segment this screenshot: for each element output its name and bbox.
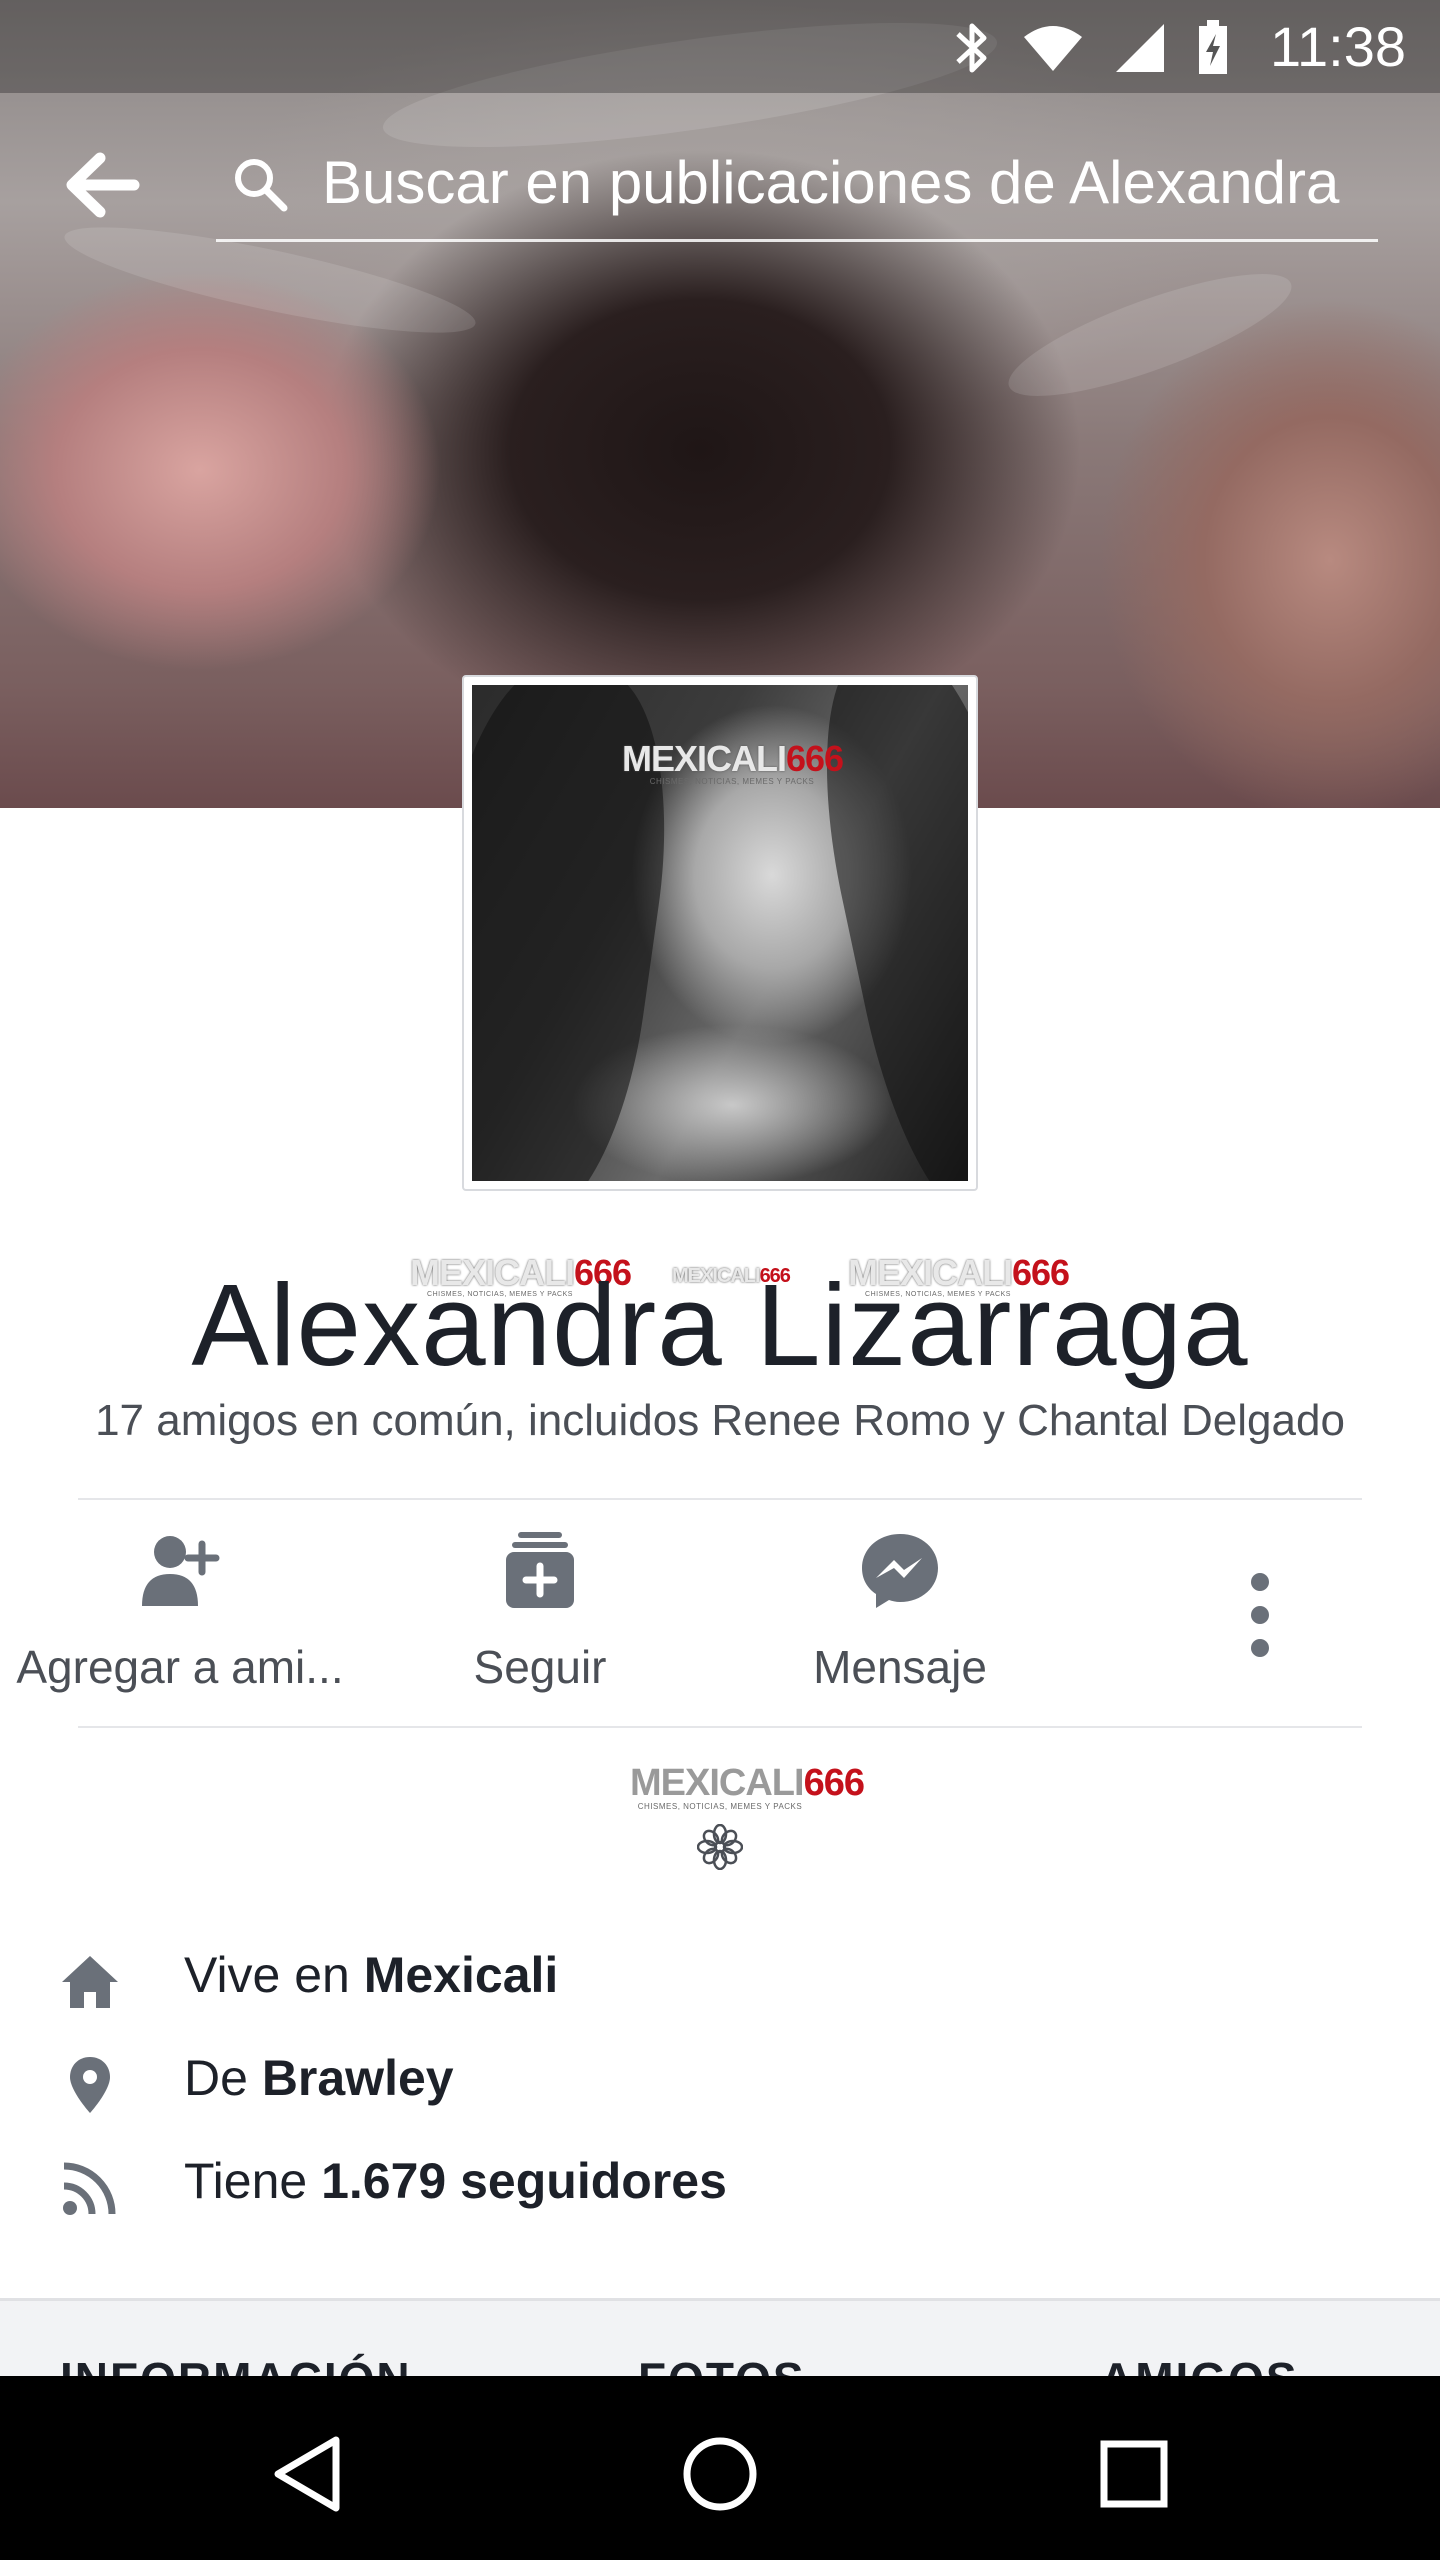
watermark-logo: MEXICALI666 CHISMES, NOTICIAS, MEMES Y P… bbox=[622, 738, 844, 787]
profile-photo: MEXICALI666 CHISMES, NOTICIAS, MEMES Y P… bbox=[472, 685, 968, 1181]
add-friend-label: Agregar a ami... bbox=[16, 1641, 344, 1693]
back-arrow-icon bbox=[66, 152, 140, 218]
tab-amigos[interactable]: AMIGOS bbox=[1100, 2352, 1299, 2376]
more-vertical-icon bbox=[1251, 1573, 1269, 1657]
circle-home-icon bbox=[683, 2437, 757, 2511]
add-friend-icon bbox=[142, 1536, 220, 1606]
rss-followers-icon bbox=[63, 2162, 116, 2215]
signal-icon bbox=[1116, 24, 1164, 72]
status-bar: 11:38 bbox=[0, 0, 1440, 93]
profile-picture[interactable]: MEXICALI666 CHISMES, NOTICIAS, MEMES Y P… bbox=[462, 675, 978, 1191]
nav-back-button[interactable] bbox=[268, 2434, 348, 2514]
nav-home-button[interactable] bbox=[680, 2434, 760, 2514]
tab-fotos[interactable]: FOTOS bbox=[638, 2352, 806, 2376]
info-row-followers[interactable]: Tiene 1.679 seguidores bbox=[0, 2146, 1440, 2226]
search-icon bbox=[235, 159, 288, 212]
nav-recents-button[interactable] bbox=[1094, 2434, 1174, 2514]
more-options-button[interactable] bbox=[1230, 1570, 1290, 1660]
watermark-logo: MEXICALI666 CHISMES, NOTICIAS, MEMES Y P… bbox=[630, 1762, 865, 1811]
add-friend-button[interactable]: Agregar a ami... bbox=[0, 1530, 360, 1720]
info-hometown: De Brawley bbox=[184, 2050, 454, 2106]
home-icon bbox=[62, 1956, 118, 2008]
info-current-city: Vive en Mexicali bbox=[184, 1947, 559, 2003]
search-input[interactable]: Buscar en publicaciones de Alexandra bbox=[322, 148, 1339, 217]
navigation-bar bbox=[0, 2376, 1440, 2560]
follow-label: Seguir bbox=[473, 1641, 607, 1693]
message-button[interactable]: Mensaje bbox=[720, 1530, 1080, 1720]
flower-icon bbox=[696, 1823, 744, 1881]
square-recents-icon bbox=[1100, 2440, 1168, 2508]
profile-tabs[interactable]: INFORMACIÓN FOTOS AMIGOS bbox=[0, 2352, 1440, 2376]
profile-name: Alexandra Lizarraga bbox=[191, 1260, 1249, 1390]
mutual-friends[interactable]: 17 amigos en común, incluidos Renee Romo… bbox=[0, 1396, 1440, 1446]
info-row-current-city[interactable]: Vive en Mexicali bbox=[0, 1940, 1440, 2020]
cover-texture bbox=[997, 250, 1303, 420]
follow-button[interactable]: Seguir bbox=[360, 1530, 720, 1720]
follow-icon bbox=[506, 1532, 574, 1608]
wifi-icon bbox=[1024, 26, 1082, 71]
info-row-hometown[interactable]: De Brawley bbox=[0, 2043, 1440, 2123]
divider bbox=[78, 1726, 1362, 1728]
tab-informacion[interactable]: INFORMACIÓN bbox=[60, 2352, 412, 2376]
battery-charging-icon bbox=[1199, 20, 1227, 74]
status-time: 11:38 bbox=[1270, 15, 1406, 78]
location-pin-icon bbox=[70, 2057, 110, 2113]
bluetooth-icon bbox=[956, 23, 987, 73]
info-followers: Tiene 1.679 seguidores bbox=[184, 2153, 727, 2209]
back-button[interactable] bbox=[62, 150, 142, 220]
status-icons bbox=[952, 20, 1230, 76]
triangle-back-icon bbox=[274, 2436, 340, 2512]
search-bar[interactable]: Buscar en publicaciones de Alexandra bbox=[216, 130, 1378, 242]
divider bbox=[78, 1498, 1362, 1500]
message-label: Mensaje bbox=[813, 1641, 987, 1693]
messenger-icon bbox=[862, 1534, 938, 1608]
